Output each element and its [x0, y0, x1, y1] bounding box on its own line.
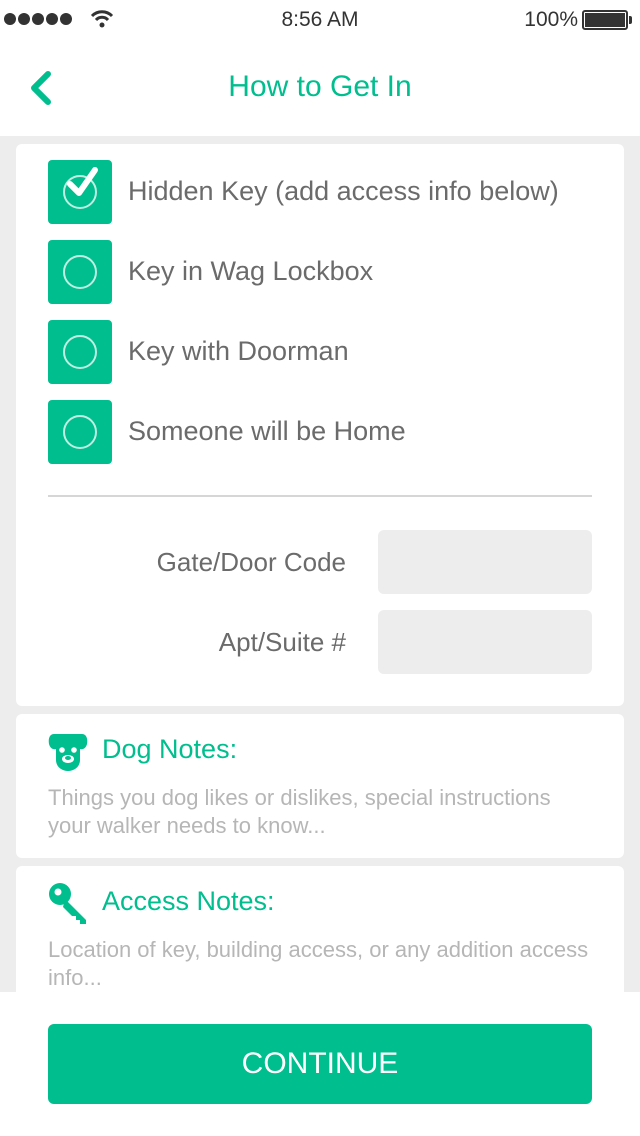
option-label: Someone will be Home	[128, 416, 406, 446]
checkmark-icon	[67, 167, 98, 196]
checkbox-unchecked[interactable]	[48, 400, 112, 464]
page-title: How to Get In	[228, 70, 412, 103]
apt-suite-input[interactable]	[378, 610, 592, 674]
battery-percentage: 100%	[524, 8, 578, 31]
checkbox-unchecked[interactable]	[48, 240, 112, 304]
battery-icon	[582, 10, 632, 30]
continue-button[interactable]: CONTINUE	[48, 1024, 592, 1104]
key-icon	[49, 883, 86, 924]
checkbox-checked[interactable]	[48, 160, 112, 224]
option-hidden-key[interactable]: Hidden Key (add access info below)	[48, 160, 608, 224]
access-notes-placeholder: Location of key, building access, or any…	[48, 937, 589, 990]
gate-code-label: Gate/Door Code	[156, 547, 346, 577]
access-options-card: Hidden Key (add access info below) Key i…	[16, 144, 624, 706]
gate-code-input[interactable]	[378, 530, 592, 594]
checkbox-unchecked[interactable]	[48, 320, 112, 384]
option-wag-lockbox[interactable]: Key in Wag Lockbox	[48, 240, 608, 304]
option-doorman[interactable]: Key with Doorman	[48, 320, 608, 384]
status-bar: 8:56 AM 100%	[0, 0, 640, 40]
apt-suite-label: Apt/Suite #	[218, 627, 346, 657]
access-notes-card[interactable]: Access Notes: Location of key, building …	[16, 866, 624, 1006]
bottom-bar: CONTINUE	[0, 992, 640, 1136]
dog-notes-card[interactable]: Dog Notes: Things you dog likes or disli…	[16, 714, 624, 858]
dog-notes-placeholder: Things you dog likes or dislikes, specia…	[48, 785, 551, 838]
option-someone-home[interactable]: Someone will be Home	[48, 400, 608, 464]
dog-face-icon	[48, 734, 88, 771]
option-label: Key in Wag Lockbox	[128, 256, 374, 286]
dog-notes-title: Dog Notes:	[102, 734, 238, 764]
nav-bar: How to Get In	[0, 40, 640, 136]
access-notes-title: Access Notes:	[102, 886, 275, 916]
option-label: Hidden Key (add access info below)	[128, 176, 559, 206]
divider	[48, 495, 592, 497]
option-label: Key with Doorman	[128, 336, 349, 366]
